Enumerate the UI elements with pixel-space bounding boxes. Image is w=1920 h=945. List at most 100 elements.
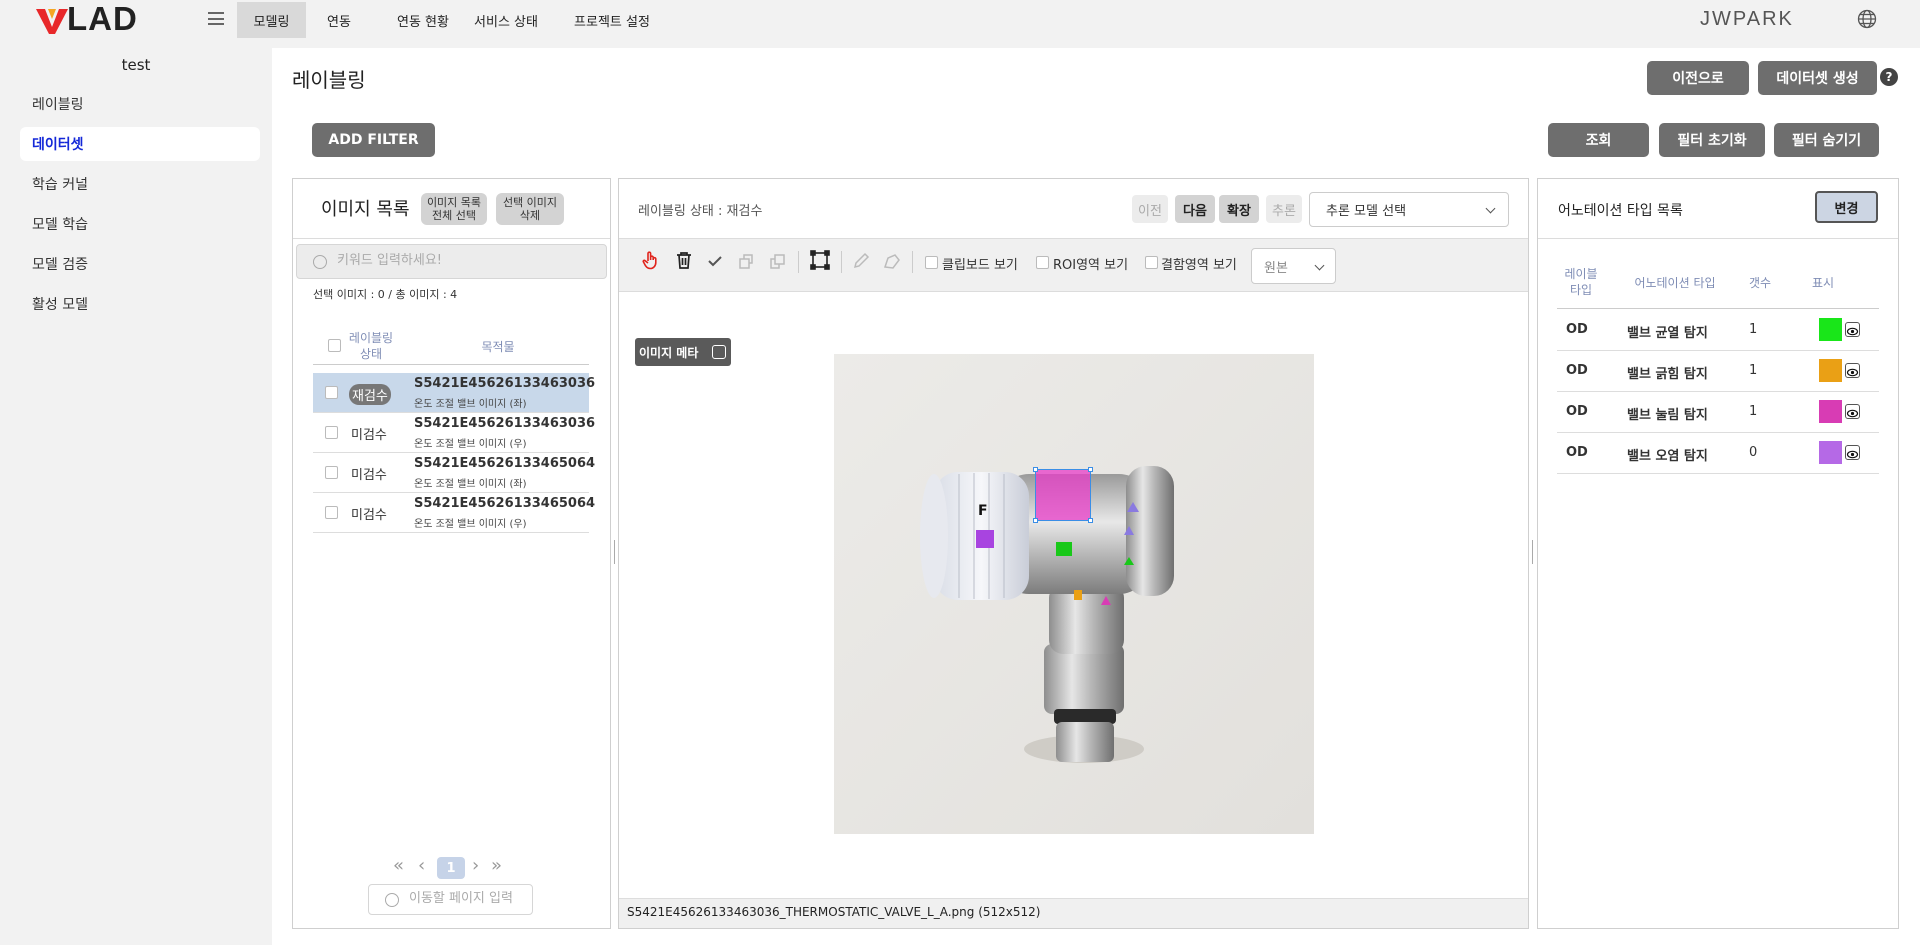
- eye-icon[interactable]: [1845, 363, 1860, 378]
- prev-image-button[interactable]: 이전: [1132, 195, 1168, 223]
- eye-icon[interactable]: [1845, 445, 1860, 460]
- sidebar-item-training[interactable]: 모델 학습: [20, 207, 260, 241]
- image-row[interactable]: 미검수 S5421E45626133465064 온도 조절 밸브 이미지 (우…: [313, 493, 595, 533]
- hide-filter-button[interactable]: 필터 숨기기: [1774, 123, 1879, 157]
- col-label-type: 레이블 타입: [1564, 267, 1598, 297]
- trash-icon[interactable]: [673, 249, 695, 271]
- roi-checkbox[interactable]: [1036, 256, 1049, 269]
- row-status: 미검수: [351, 428, 387, 443]
- select-all-checkbox[interactable]: [328, 339, 341, 352]
- sidebar-item-validation[interactable]: 모델 검증: [20, 247, 260, 281]
- sidebar-item-kernel[interactable]: 학습 커널: [20, 167, 260, 201]
- pencil-icon[interactable]: [850, 250, 872, 272]
- annotation-marker[interactable]: [1124, 526, 1134, 535]
- add-filter-button[interactable]: ADD FILTER: [312, 123, 435, 157]
- vlad-logo[interactable]: LAD: [36, 0, 138, 37]
- eye-icon[interactable]: [1845, 322, 1860, 337]
- sidebar-item-dataset[interactable]: 데이터셋: [20, 127, 260, 161]
- select-all-images-button[interactable]: 이미지 목록 전체 선택: [421, 193, 487, 225]
- menu-toggle-icon[interactable]: [208, 12, 224, 25]
- annotation-color-swatch[interactable]: [1819, 318, 1842, 341]
- globe-icon[interactable]: [1857, 9, 1877, 29]
- valve-image[interactable]: F: [834, 354, 1314, 834]
- next-image-button[interactable]: 다음: [1175, 195, 1215, 223]
- first-page-icon[interactable]: «: [393, 855, 404, 876]
- annotation-count: 1: [1749, 363, 1758, 378]
- help-icon[interactable]: ?: [1880, 68, 1898, 86]
- image-filename: S5421E45626133463036_THERMOSTATIC_VALVE_…: [627, 905, 1041, 919]
- row-checkbox[interactable]: [325, 466, 338, 479]
- annotation-row[interactable]: OD 밸브 오염 탐지 0: [1557, 433, 1879, 474]
- nav-service-status[interactable]: 서비스 상태: [466, 2, 546, 38]
- send-back-icon[interactable]: [766, 250, 788, 272]
- page-jump-input[interactable]: [409, 891, 519, 906]
- image-row[interactable]: 미검수 S5421E45626133463036 온도 조절 밸브 이미지 (우…: [313, 413, 595, 453]
- keyword-search[interactable]: [296, 244, 607, 279]
- annotation-color-swatch[interactable]: [1819, 400, 1842, 423]
- nav-link[interactable]: 연동: [314, 2, 364, 38]
- image-row[interactable]: 재검수 S5421E45626133463036 온도 조절 밸브 이미지 (좌…: [313, 373, 595, 413]
- chevron-down-icon: [1314, 260, 1325, 271]
- bounding-box-tool-icon[interactable]: [809, 249, 831, 271]
- annotation-count: 1: [1749, 322, 1758, 337]
- annotation-box-selected[interactable]: [1033, 467, 1093, 523]
- toolbar-divider: [798, 251, 799, 273]
- back-button[interactable]: 이전으로: [1647, 61, 1749, 95]
- row-checkbox[interactable]: [325, 506, 338, 519]
- annotation-label-type: OD: [1566, 363, 1588, 378]
- clipboard-checkbox[interactable]: [925, 256, 938, 269]
- image-row[interactable]: 미검수 S5421E45626133465064 온도 조절 밸브 이미지 (좌…: [313, 453, 595, 493]
- resize-handle-right[interactable]: [1532, 540, 1533, 564]
- inference-model-select[interactable]: 추론 모델 선택: [1309, 192, 1509, 227]
- page-jump[interactable]: [368, 884, 533, 915]
- check-icon[interactable]: [704, 250, 726, 272]
- annotation-row[interactable]: OD 밸브 균열 탐지 1: [1557, 310, 1879, 351]
- roi-label: ROI영역 보기: [1053, 258, 1129, 273]
- infer-button[interactable]: 추론: [1266, 195, 1302, 223]
- expand-button[interactable]: 확장: [1219, 195, 1259, 223]
- last-page-icon[interactable]: »: [491, 855, 502, 876]
- reset-filter-button[interactable]: 필터 초기화: [1659, 123, 1765, 157]
- row-checkbox[interactable]: [325, 426, 338, 439]
- search-button[interactable]: 조회: [1548, 123, 1649, 157]
- annotation-color-swatch[interactable]: [1819, 441, 1842, 464]
- annotation-row[interactable]: OD 밸브 긁힘 탐지 1: [1557, 351, 1879, 392]
- annotation-marker[interactable]: [1056, 542, 1072, 556]
- user-name[interactable]: JWPARK: [1700, 8, 1794, 31]
- next-page-icon[interactable]: ›: [472, 855, 479, 876]
- eye-icon[interactable]: [1845, 404, 1860, 419]
- nav-link-status[interactable]: 연동 현황: [380, 2, 466, 38]
- annotation-marker[interactable]: [1074, 590, 1082, 600]
- clipboard-label: 클립보드 보기: [942, 258, 1018, 273]
- annotation-marker[interactable]: [1127, 502, 1139, 512]
- prev-page-icon[interactable]: ‹: [418, 855, 425, 876]
- search-icon: [313, 255, 327, 269]
- labeling-status-text: 레이블링 상태 : 재검수: [638, 204, 763, 219]
- sidebar-item-labeling[interactable]: 레이블링: [20, 87, 260, 121]
- current-page[interactable]: 1: [437, 857, 465, 879]
- nav-project-settings[interactable]: 프로젝트 설정: [562, 2, 662, 38]
- create-dataset-button[interactable]: 데이터셋 생성: [1758, 61, 1877, 95]
- annotation-marker[interactable]: [976, 530, 994, 548]
- delete-line2: 삭제: [519, 209, 541, 222]
- annotation-marker[interactable]: [1124, 557, 1134, 565]
- annotation-marker[interactable]: [1101, 596, 1111, 605]
- delete-selected-button[interactable]: 선택 이미지 삭제: [496, 193, 564, 225]
- row-description: 온도 조절 밸브 이미지 (우): [414, 519, 527, 530]
- search-icon: [385, 893, 399, 907]
- image-meta-button[interactable]: 이미지 메타: [635, 338, 731, 366]
- sidebar-item-active-model[interactable]: 활성 모델: [20, 287, 260, 321]
- view-mode-select[interactable]: 원본: [1251, 248, 1336, 284]
- bring-front-icon[interactable]: [735, 250, 757, 272]
- annotation-type-name: 밸브 긁힘 탐지: [1627, 367, 1708, 382]
- keyword-search-input[interactable]: [337, 253, 577, 268]
- hand-tool-icon[interactable]: [640, 249, 662, 271]
- defect-checkbox[interactable]: [1145, 256, 1158, 269]
- annotation-row[interactable]: OD 밸브 눌림 탐지 1: [1557, 392, 1879, 433]
- annotation-color-swatch[interactable]: [1819, 359, 1842, 382]
- change-annotation-button[interactable]: 변경: [1815, 191, 1878, 223]
- resize-handle-left[interactable]: [614, 540, 615, 564]
- row-checkbox[interactable]: [325, 386, 338, 399]
- nav-modeling[interactable]: 모델링: [237, 2, 306, 38]
- polygon-icon[interactable]: [881, 250, 903, 272]
